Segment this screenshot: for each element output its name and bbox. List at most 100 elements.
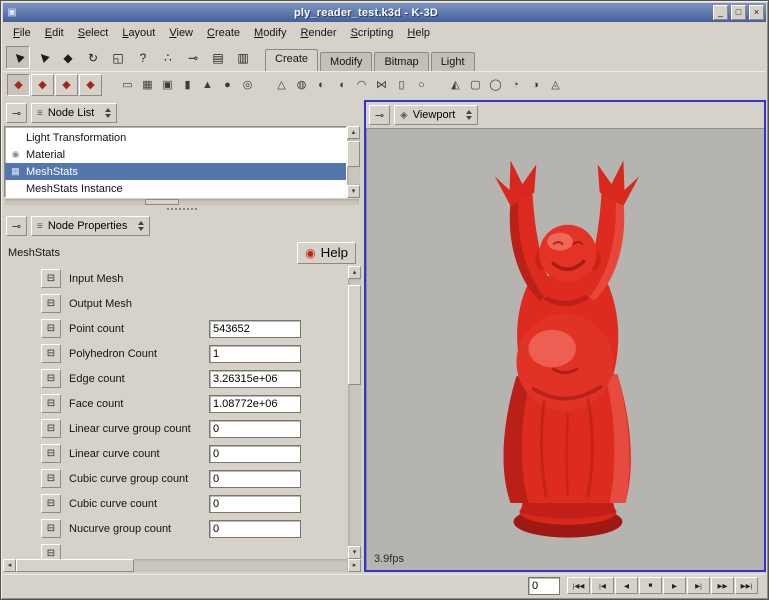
scrollbar-thumb[interactable]	[348, 285, 361, 385]
create-nurbs-circle-button[interactable]: ◯	[486, 75, 505, 95]
property-channel-button[interactable]: ⊟	[41, 519, 61, 538]
pick-tool-button[interactable]: ▶	[31, 46, 55, 69]
next-frame-button[interactable]: ▶|	[687, 577, 710, 594]
node-list-hscrollbar[interactable]	[5, 199, 359, 205]
close-button[interactable]: ×	[749, 5, 764, 20]
menu-file[interactable]: File	[6, 25, 38, 41]
property-channel-button[interactable]: ⊟	[41, 344, 61, 363]
property-value-input[interactable]	[209, 495, 301, 513]
viewport-canvas[interactable]: 3.9fps	[366, 128, 764, 570]
menu-create[interactable]: Create	[200, 25, 247, 41]
frame-number-input[interactable]	[528, 577, 560, 595]
create-nurbs-pyramid-button[interactable]: ◭	[446, 75, 465, 95]
stop-button[interactable]: ■	[639, 577, 662, 594]
node-item-meshstats[interactable]: ▦ MeshStats	[5, 163, 346, 180]
node-item-meshstats-instance[interactable]: MeshStats Instance	[5, 180, 346, 197]
node-list-combo[interactable]: ≡ Node List	[31, 103, 117, 123]
create-quadric-hemisphere-button[interactable]: ◖	[332, 75, 351, 95]
select-nodes-mode-button[interactable]: ◆	[7, 74, 30, 96]
property-value-input[interactable]	[209, 320, 301, 338]
property-channel-button[interactable]: ⊟	[41, 294, 61, 313]
scrollbar-thumb[interactable]	[145, 199, 179, 205]
node-item-light-transformation[interactable]: Light Transformation	[5, 129, 346, 146]
create-quadric-cone-button[interactable]: △	[272, 75, 291, 95]
create-quadric-paraboloid-button[interactable]: ◠	[352, 75, 371, 95]
create-quadric-torus-button[interactable]: ○	[412, 75, 431, 95]
create-nurbs-patch-button[interactable]: ◬	[546, 75, 565, 95]
menu-layout[interactable]: Layout	[115, 25, 162, 41]
create-quadric-disk-button[interactable]: ◍	[292, 75, 311, 95]
create-cylinder-button[interactable]: ▮	[178, 75, 197, 95]
property-value-input[interactable]	[209, 520, 301, 538]
minimize-button[interactable]: _	[713, 5, 728, 20]
previous-frame-button[interactable]: |◀	[591, 577, 614, 594]
property-value-input[interactable]	[209, 470, 301, 488]
scrollbar-thumb[interactable]	[16, 559, 134, 572]
scroll-up-icon[interactable]: ▴	[347, 126, 360, 139]
property-channel-button[interactable]: ⊟	[41, 269, 61, 288]
property-value-input[interactable]	[209, 420, 301, 438]
menu-render[interactable]: Render	[293, 25, 343, 41]
connect-tool-button[interactable]: ⊸	[181, 46, 205, 69]
create-quadric-hyperboloid-button[interactable]: ⋈	[372, 75, 391, 95]
maximize-button[interactable]: □	[731, 5, 746, 20]
go-to-end-button[interactable]: ▶▶|	[735, 577, 758, 594]
property-channel-button[interactable]: ⊟	[41, 369, 61, 388]
menu-help[interactable]: Help	[400, 25, 437, 41]
pane-resize-handle[interactable]	[3, 205, 361, 213]
menu-scripting[interactable]: Scripting	[344, 25, 401, 41]
create-quadric-sphere-button[interactable]: ◐	[312, 75, 331, 95]
select-lines-mode-button[interactable]: ◆	[55, 74, 78, 96]
scale-tool-button[interactable]: ◱	[106, 46, 130, 69]
properties-scrollbar[interactable]: ▴ ▾	[348, 266, 361, 559]
scroll-up-icon[interactable]: ▴	[348, 266, 361, 279]
selection-tool-button[interactable]: ▶	[6, 46, 30, 69]
property-value-input[interactable]	[209, 395, 301, 413]
select-faces-mode-button[interactable]: ◆	[79, 74, 102, 96]
help-button[interactable]: ◉ Help	[297, 242, 356, 264]
property-channel-button[interactable]: ⊟	[41, 469, 61, 488]
property-channel-button[interactable]: ⊟	[41, 544, 61, 559]
move-tool-button[interactable]: ◆	[56, 46, 80, 69]
tab-bitmap[interactable]: Bitmap	[374, 52, 428, 71]
select-points-mode-button[interactable]: ◆	[31, 74, 54, 96]
pan-tool-button[interactable]: ∴	[156, 46, 180, 69]
tab-light[interactable]: Light	[431, 52, 475, 71]
create-nurbs-disk-button[interactable]: ◔	[506, 75, 525, 95]
property-channel-button[interactable]: ⊟	[41, 494, 61, 513]
create-sphere-button[interactable]: ●	[218, 75, 237, 95]
property-channel-button[interactable]: ⊟	[41, 394, 61, 413]
tab-modify[interactable]: Modify	[320, 52, 372, 71]
scroll-down-icon[interactable]: ▾	[348, 546, 361, 559]
panel-hscrollbar[interactable]: ◂ ▸	[3, 559, 361, 572]
create-quadric-cylinder-button[interactable]: ▯	[392, 75, 411, 95]
node-properties-pin-button[interactable]: ⊸	[6, 216, 27, 236]
menu-edit[interactable]: Edit	[38, 25, 71, 41]
property-value-input[interactable]	[209, 345, 301, 363]
create-plane-button[interactable]: ▭	[118, 75, 137, 95]
create-grid-button[interactable]: ▦	[138, 75, 157, 95]
property-value-input[interactable]	[209, 370, 301, 388]
property-channel-button[interactable]: ⊟	[41, 419, 61, 438]
scroll-left-icon[interactable]: ◂	[3, 559, 16, 572]
scroll-right-icon[interactable]: ▸	[348, 559, 361, 572]
node-list-scrollbar[interactable]: ▴ ▾	[347, 126, 360, 198]
node-list-pin-button[interactable]: ⊸	[6, 103, 27, 123]
scroll-down-icon[interactable]: ▾	[347, 185, 360, 198]
viewport-pin-button[interactable]: ⊸	[369, 105, 390, 125]
menu-select[interactable]: Select	[71, 25, 116, 41]
create-torus-button[interactable]: ◎	[238, 75, 257, 95]
play-reverse-button[interactable]: ◀	[615, 577, 638, 594]
create-nurbs-sphere-button[interactable]: ◑	[526, 75, 545, 95]
menu-view[interactable]: View	[162, 25, 200, 41]
context-help-button[interactable]: ?	[131, 46, 155, 69]
rotate-tool-button[interactable]: ↻	[81, 46, 105, 69]
render-preview-button[interactable]: ▤	[206, 46, 230, 69]
fast-forward-button[interactable]: ▶▶	[711, 577, 734, 594]
menu-modify[interactable]: Modify	[247, 25, 293, 41]
create-nurbs-cube-button[interactable]: ▢	[466, 75, 485, 95]
create-cube-button[interactable]: ▣	[158, 75, 177, 95]
viewport-combo[interactable]: ◈ Viewport	[394, 105, 478, 125]
property-channel-button[interactable]: ⊟	[41, 319, 61, 338]
property-value-input[interactable]	[209, 445, 301, 463]
